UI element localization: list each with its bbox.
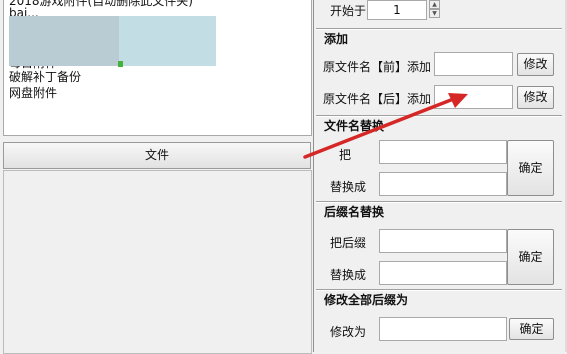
filename-from-label: 把 bbox=[339, 148, 352, 162]
list-item[interactable]: 破解补丁备份 bbox=[9, 70, 81, 84]
redacted-block bbox=[9, 16, 119, 66]
start-input[interactable]: 1 bbox=[367, 0, 427, 20]
suffix-add-input[interactable] bbox=[434, 85, 513, 109]
prefix-modify-button[interactable]: 修改 bbox=[517, 53, 554, 76]
ext-from-label: 把后缀 bbox=[330, 236, 367, 250]
ext-all-input[interactable] bbox=[379, 317, 507, 341]
filename-from-input[interactable] bbox=[379, 140, 507, 164]
list-item[interactable]: 网盘附件 bbox=[9, 86, 57, 100]
chevron-down-icon[interactable]: ▼ bbox=[429, 9, 440, 18]
right-pane: 开始于 1 ▲ ▼ 添加 原文件名【前】添加 修改 原文件名【后】添加 修改 文… bbox=[313, 0, 567, 352]
suffix-modify-button[interactable]: 修改 bbox=[517, 86, 554, 109]
suffix-add-label: 原文件名【后】添加 bbox=[323, 92, 432, 106]
ext-replace-title: 后缀名替换 bbox=[324, 205, 385, 219]
status-dot bbox=[118, 61, 123, 67]
chevron-up-icon[interactable]: ▲ bbox=[429, 0, 440, 9]
filename-confirm-button[interactable]: 确定 bbox=[507, 140, 554, 196]
file-column-button[interactable]: 文件 bbox=[3, 142, 311, 169]
prefix-add-input[interactable] bbox=[434, 52, 513, 76]
start-spinner[interactable]: ▲ ▼ bbox=[429, 0, 440, 20]
add-section-title: 添加 bbox=[324, 32, 349, 46]
redacted-block bbox=[119, 16, 216, 66]
ext-from-input[interactable] bbox=[379, 229, 507, 253]
ext-all-title: 修改全部后缀为 bbox=[324, 293, 409, 307]
ext-all-confirm-button[interactable]: 确定 bbox=[509, 318, 554, 340]
file-detail-panel bbox=[3, 170, 312, 354]
file-list[interactable]: 2018游戏附件(自动删除此文件夹) bai... 每日附件 破解补丁备份 网盘… bbox=[3, 0, 312, 136]
divider bbox=[316, 28, 562, 30]
left-pane: 2018游戏附件(自动删除此文件夹) bai... 每日附件 破解补丁备份 网盘… bbox=[0, 0, 313, 354]
ext-all-label: 修改为 bbox=[330, 325, 367, 339]
ext-to-label: 替换成 bbox=[330, 268, 367, 282]
filename-replace-title: 文件名替换 bbox=[324, 119, 385, 133]
ext-confirm-button[interactable]: 确定 bbox=[507, 229, 554, 285]
filename-to-label: 替换成 bbox=[330, 180, 367, 194]
ext-to-input[interactable] bbox=[379, 261, 507, 285]
start-label: 开始于 bbox=[330, 4, 367, 18]
filename-to-input[interactable] bbox=[379, 172, 507, 196]
prefix-add-label: 原文件名【前】添加 bbox=[323, 60, 432, 74]
start-value: 1 bbox=[393, 3, 401, 17]
